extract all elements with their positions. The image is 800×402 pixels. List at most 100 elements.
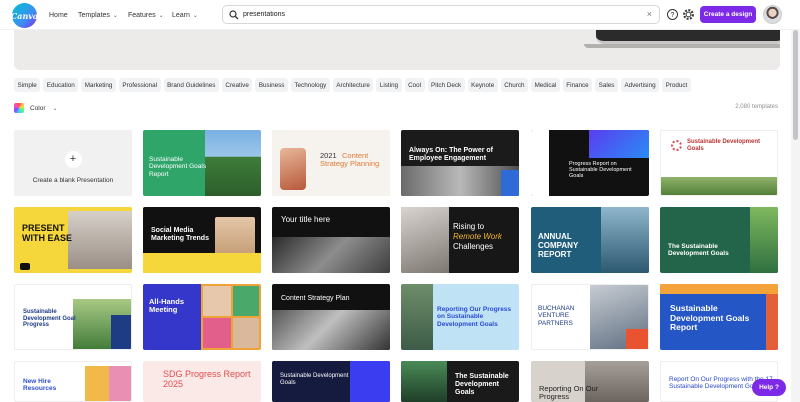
chip[interactable]: Finance [562,78,593,92]
template-tile[interactable]: ANNUAL COMPANY REPORT [531,207,649,273]
category-chips: Simple Education Marketing Professional … [14,78,694,92]
template-tile[interactable]: Sustainable Development Goals [660,130,778,196]
laptop-illustration [596,30,780,44]
template-photo [85,366,109,401]
template-title: Always On: The Power of Employee Engagem… [409,147,494,162]
template-tile[interactable]: Reporting On Our Progress [531,361,649,402]
chip[interactable]: Brand Guidelines [163,78,219,92]
template-tile[interactable]: New Hire Resources [14,361,132,402]
search-icon [229,10,239,20]
chip[interactable]: Sales [595,78,618,92]
avatar[interactable] [763,5,782,24]
nav-features[interactable]: Features ⌄ [128,0,164,30]
template-photo [272,237,390,273]
chip[interactable]: Church [500,78,529,92]
chip[interactable]: Marketing [81,78,116,92]
chip[interactable]: Medical [531,78,560,92]
template-title: The Sustainable Development Goals [455,373,509,396]
laptop-base-illustration [584,44,780,48]
template-tile[interactable]: Always On: The Power of Employee Engagem… [401,130,519,196]
chip[interactable]: Professional [118,78,161,92]
chip[interactable]: Simple [14,78,41,92]
template-tile[interactable]: Your title here [272,207,390,273]
color-filter-label: Color [30,104,46,112]
sdg-wheel-icon [671,140,682,151]
template-tile[interactable]: Sustainable Development Goals Report [143,130,261,196]
template-tile[interactable]: 2021 Content Strategy Planning [272,130,390,196]
template-title: PRESENT WITH EASE [22,223,73,244]
template-tile[interactable]: All-Hands Meeting [143,284,261,350]
template-panel [143,284,201,350]
template-shape [589,130,649,158]
chevron-down-icon: ⌄ [112,12,118,19]
template-tile[interactable]: The Sustainable Development Goals [401,361,519,402]
template-photo [601,207,649,273]
nav-learn-label: Learn [172,11,190,19]
template-title: Progress Report on Sustainable Developme… [569,161,632,180]
template-tile[interactable]: Sustainable Development Goals [272,361,390,402]
template-tile[interactable]: Content Strategy Plan [272,284,390,350]
nav-home-label: Home [49,11,68,19]
gear-icon[interactable] [682,8,695,21]
play-icon [20,263,30,270]
template-title: ANNUAL COMPANY REPORT [538,232,579,259]
chip[interactable]: Keynote [467,78,498,92]
color-filter-dropdown[interactable]: Color ⌄ [14,101,58,115]
template-title: BUCHANAN VENTURE PARTNERS [538,305,575,327]
canva-logo[interactable]: Canva [10,3,39,28]
template-tile[interactable]: Sustainable Development Goals Report [660,284,778,350]
template-photo [280,148,306,190]
create-design-label: Create a design [703,11,753,18]
template-tile[interactable]: The Sustainable Development Goals [660,207,778,273]
template-title: Reporting Our Progress on Sustainable De… [437,306,512,328]
template-photo [109,366,131,401]
nav-templates[interactable]: Templates ⌄ [78,0,118,30]
template-photo [205,130,261,196]
blank-presentation-tile[interactable]: + Create a blank Presentation [14,130,132,196]
help-button-label: Help ? [759,384,779,391]
template-tile[interactable]: Social Media Marketing Trends [143,207,261,273]
template-photo [401,207,449,273]
chip[interactable]: Product [662,78,691,92]
template-tile[interactable]: PRESENT WITH EASE [14,207,132,273]
template-photo [233,318,259,348]
template-title: Social Media Marketing Trends [151,227,209,242]
chip[interactable]: Architecture [332,78,374,92]
chip[interactable]: Creative [221,78,253,92]
color-wheel-icon [14,103,24,113]
template-stripe [531,130,549,196]
template-title: The Sustainable Development Goals [668,243,729,258]
chip[interactable]: Business [255,78,288,92]
template-title: Sustainable Development Goals Report [670,303,750,333]
chip[interactable]: Listing [376,78,402,92]
help-circle-icon[interactable]: ? [666,8,679,21]
template-photo [401,361,447,402]
scrollbar[interactable] [791,30,800,402]
search-bar[interactable]: × [222,5,660,24]
top-bar: Canva Home Templates⌄ Features⌄ Learn⌄ ×… [0,0,800,30]
nav-home[interactable]: Home [49,0,68,30]
template-tile[interactable]: BUCHANAN VENTURE PARTNERS [531,284,649,350]
template-tile[interactable]: Rising to Remote Work Challenges [401,207,519,273]
chip[interactable]: Pitch Deck [427,78,465,92]
help-button[interactable]: Help ? [752,379,786,396]
template-tile[interactable]: SDG Progress Report 2025 [143,361,261,402]
create-design-button[interactable]: Create a design [700,6,756,23]
nav-learn[interactable]: Learn ⌄ [172,0,198,30]
search-input[interactable] [243,7,643,22]
template-tile[interactable]: Reporting Our Progress on Sustainable De… [401,284,519,350]
nav-features-label: Features [128,11,156,19]
template-accent [501,170,519,196]
chip[interactable]: Cool [404,78,425,92]
close-icon[interactable]: × [647,9,652,19]
scrollbar-thumb[interactable] [793,30,798,140]
chip[interactable]: Technology [290,78,330,92]
template-title: New Hire Resources [23,378,57,393]
logo-text: Canva [10,10,39,21]
template-accent [111,315,131,349]
template-band [143,253,261,273]
template-tile[interactable]: Progress Report on Sustainable Developme… [531,130,649,196]
template-tile[interactable]: Sustainable Development Goal Progress [14,284,132,350]
chip[interactable]: Education [43,78,79,92]
chip[interactable]: Advertising [620,78,660,92]
